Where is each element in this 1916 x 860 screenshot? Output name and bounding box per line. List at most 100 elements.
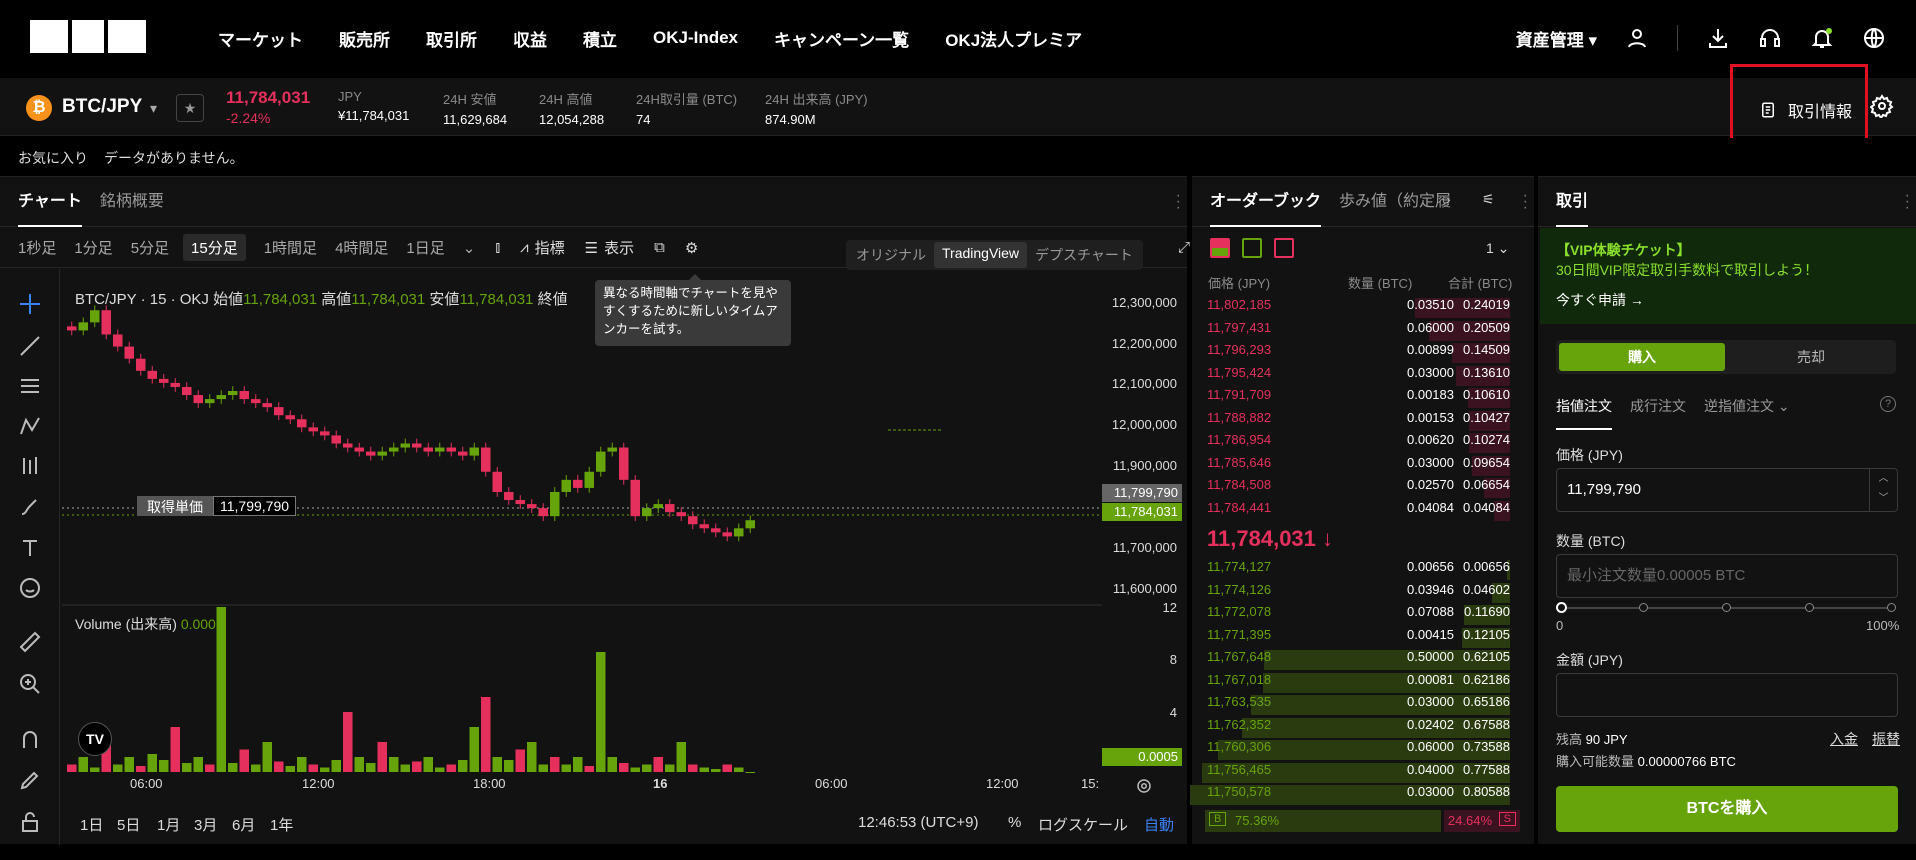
orderbook-row[interactable]: 11,774,127 0.00656 0.00656 bbox=[1192, 559, 1522, 581]
orderbook-row[interactable]: 11,750,578 0.03000 0.80588 bbox=[1190, 784, 1522, 806]
qty-input[interactable]: 最小注文数量0.00005 BTC bbox=[1556, 554, 1898, 598]
orderbook-row[interactable]: 11,756,465 0.04000 0.77588 bbox=[1192, 762, 1522, 784]
trendline-icon[interactable] bbox=[18, 334, 42, 358]
candle-tool-icon[interactable] bbox=[18, 454, 42, 478]
range-1y[interactable]: 1年 bbox=[270, 814, 293, 835]
filter-settings-icon[interactable]: ⚟ bbox=[1482, 191, 1495, 208]
slider-tick[interactable] bbox=[1805, 603, 1814, 612]
favorites-label[interactable]: お気に入り bbox=[18, 148, 88, 168]
pencil-lock-icon[interactable] bbox=[18, 768, 42, 792]
limit-order-tab[interactable]: 指値注文 bbox=[1556, 396, 1612, 430]
asset-menu[interactable]: 資産管理 ▾ bbox=[1516, 26, 1597, 51]
view-original[interactable]: オリジナル bbox=[848, 242, 934, 268]
price-chart[interactable] bbox=[62, 282, 1102, 776]
orderbook-row[interactable]: 11,796,293 0.00899 0.14509 bbox=[1192, 342, 1522, 364]
hlines-icon[interactable] bbox=[18, 374, 42, 398]
display-button[interactable]: ☰ 表示 bbox=[585, 237, 634, 258]
tab-overview[interactable]: 銘柄概要 bbox=[100, 177, 164, 227]
chevron-down-icon[interactable]: ▾ bbox=[150, 100, 157, 117]
favorite-star-icon[interactable]: ★ bbox=[176, 94, 204, 122]
amount-input[interactable] bbox=[1556, 673, 1898, 717]
ruler-icon[interactable] bbox=[18, 630, 42, 654]
tradingview-logo[interactable]: TV bbox=[78, 722, 112, 756]
tf-1m[interactable]: 1分足 bbox=[74, 237, 112, 258]
help-icon[interactable]: ? bbox=[1880, 396, 1896, 412]
tf-5m[interactable]: 5分足 bbox=[131, 237, 169, 258]
auto-scale-toggle[interactable]: 自動 bbox=[1144, 814, 1174, 835]
tf-15m[interactable]: 15分足 bbox=[183, 234, 246, 261]
orderbook-row[interactable]: 11,774,126 0.03946 0.04602 bbox=[1192, 582, 1522, 604]
globe-icon[interactable] bbox=[1862, 26, 1886, 50]
orderbook-row[interactable]: 11,791,709 0.00183 0.10610 bbox=[1192, 387, 1522, 409]
download-icon[interactable] bbox=[1706, 26, 1730, 50]
view-tradingview[interactable]: TradingView bbox=[934, 242, 1028, 268]
tf-1d[interactable]: 1日足 bbox=[406, 237, 444, 258]
slider-tick[interactable] bbox=[1639, 603, 1648, 612]
chevron-right-icon[interactable]: › bbox=[1446, 191, 1451, 207]
transfer-link[interactable]: 振替 bbox=[1872, 729, 1900, 749]
qty-slider[interactable] bbox=[1556, 602, 1896, 613]
view-asks-icon[interactable] bbox=[1274, 238, 1294, 258]
market-order-tab[interactable]: 成行注文 bbox=[1630, 396, 1686, 430]
view-both-icon[interactable] bbox=[1210, 238, 1230, 258]
axis-settings-icon[interactable] bbox=[1132, 774, 1156, 798]
range-3m[interactable]: 3月 bbox=[194, 814, 217, 835]
buy-btc-button[interactable]: BTCを購入 bbox=[1556, 786, 1898, 832]
log-scale-toggle[interactable]: ログスケール bbox=[1038, 814, 1128, 835]
more-icon[interactable]: · · · bbox=[1905, 188, 1910, 216]
orderbook-row[interactable]: 11,785,646 0.03000 0.09654 bbox=[1192, 455, 1522, 477]
pair-selector[interactable]: BTC/JPY bbox=[62, 96, 142, 118]
more-icon[interactable]: · · · bbox=[1523, 188, 1528, 216]
vip-apply-link[interactable]: 今すぐ申請 → bbox=[1556, 290, 1644, 310]
orderbook-row[interactable]: 11,802,185 0.03510 0.24019 bbox=[1192, 297, 1522, 319]
time-axis[interactable]: 06:00 12:00 18:00 16 06:00 12:00 15: bbox=[62, 776, 1102, 796]
buy-tab[interactable]: 購入 bbox=[1559, 343, 1725, 371]
headset-icon[interactable] bbox=[1758, 26, 1782, 50]
pattern-icon[interactable] bbox=[18, 414, 42, 438]
orderbook-row[interactable]: 11,762,352 0.02402 0.67588 bbox=[1192, 717, 1522, 739]
slider-tick[interactable] bbox=[1887, 603, 1896, 612]
menu-okj-index[interactable]: OKJ-Index bbox=[653, 28, 738, 48]
menu-corporate[interactable]: OKJ法人プレミア bbox=[945, 26, 1082, 51]
brush-icon[interactable] bbox=[18, 494, 42, 518]
text-icon[interactable] bbox=[18, 536, 42, 560]
tf-1h[interactable]: 1時間足 bbox=[264, 237, 317, 258]
orderbook-row[interactable]: 11,767,018 0.00081 0.62186 bbox=[1192, 672, 1522, 694]
range-5d[interactable]: 5日 bbox=[117, 814, 140, 835]
orderbook-row[interactable]: 11,795,424 0.03000 0.13610 bbox=[1192, 365, 1522, 387]
indicator-button[interactable]: ⩘ 指標 bbox=[520, 237, 564, 258]
price-axis[interactable]: 12,300,000 12,200,000 12,100,000 12,000,… bbox=[1102, 92, 1187, 766]
range-6m[interactable]: 6月 bbox=[232, 814, 255, 835]
range-1d[interactable]: 1日 bbox=[80, 814, 103, 835]
orderbook-row[interactable]: 11,797,431 0.06000 0.20509 bbox=[1192, 320, 1522, 342]
menu-exchange[interactable]: 取引所 bbox=[426, 26, 477, 51]
user-icon[interactable] bbox=[1625, 26, 1649, 50]
precision-select[interactable]: 1 ⌄ bbox=[1486, 240, 1509, 257]
deposit-link[interactable]: 入金 bbox=[1830, 729, 1858, 749]
menu-market[interactable]: マーケット bbox=[218, 26, 303, 51]
slider-handle[interactable] bbox=[1556, 602, 1567, 613]
orderbook-row[interactable]: 11,767,648 0.50000 0.62105 bbox=[1192, 649, 1522, 671]
orderbook-row[interactable]: 11,771,395 0.00415 0.12105 bbox=[1192, 627, 1522, 649]
orderbook-row[interactable]: 11,784,508 0.02570 0.06654 bbox=[1192, 477, 1522, 499]
price-input[interactable]: 11,799,790 ︿ ﹀ bbox=[1556, 468, 1898, 512]
stop-order-tab[interactable]: 逆指値注文 ⌄ bbox=[1704, 396, 1790, 430]
zoom-icon[interactable] bbox=[18, 672, 42, 696]
emoji-icon[interactable] bbox=[18, 576, 42, 600]
settings-gear-icon[interactable] bbox=[1870, 94, 1894, 118]
orderbook-row[interactable]: 11,788,882 0.00153 0.10427 bbox=[1192, 410, 1522, 432]
price-stepper[interactable]: ︿ ﹀ bbox=[1869, 469, 1897, 511]
menu-accumulate[interactable]: 積立 bbox=[583, 26, 617, 51]
tf-more-chevron-icon[interactable]: ⌄ bbox=[463, 239, 476, 257]
chart-settings-icon[interactable]: ⚙ bbox=[685, 239, 698, 257]
bell-icon[interactable] bbox=[1810, 26, 1834, 50]
orderbook-row[interactable]: 11,784,441 0.04084 0.04084 bbox=[1192, 500, 1522, 522]
slider-tick[interactable] bbox=[1722, 603, 1731, 612]
lock-icon[interactable] bbox=[18, 810, 42, 834]
magnet-icon[interactable] bbox=[18, 728, 42, 752]
orderbook-row[interactable]: 11,763,535 0.03000 0.65186 bbox=[1192, 694, 1522, 716]
tab-trades[interactable]: 歩み値（約定履 bbox=[1339, 177, 1451, 227]
time-anchor-icon[interactable]: ⧉ bbox=[654, 239, 665, 256]
candle-type-icon[interactable]: ⫾ bbox=[495, 239, 500, 256]
okj-logo[interactable] bbox=[30, 20, 146, 53]
